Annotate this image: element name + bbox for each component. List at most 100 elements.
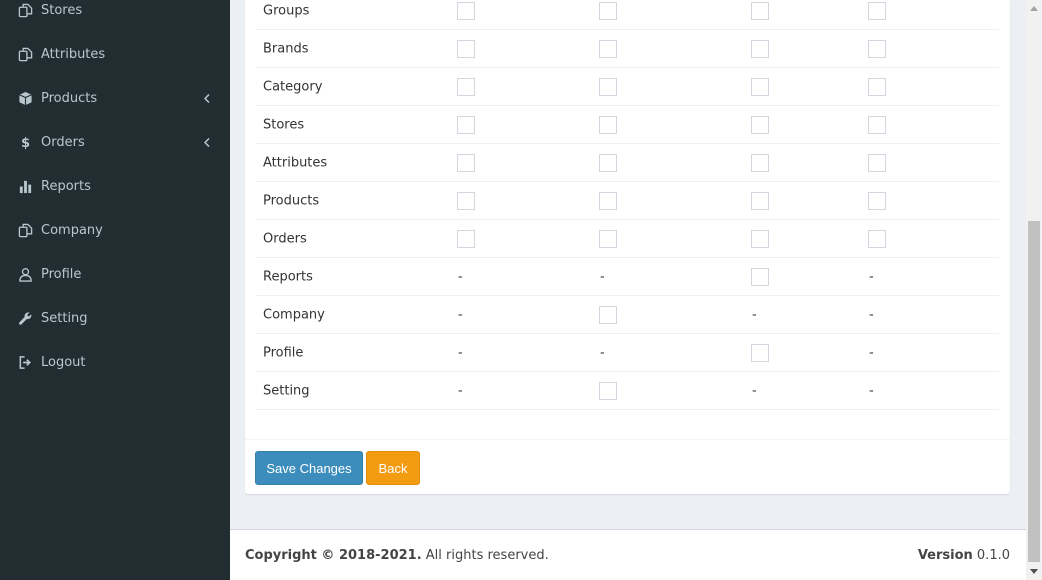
permission-checkbox[interactable] — [868, 39, 886, 58]
permission-unavailable: - — [869, 383, 874, 398]
svg-text:$: $ — [20, 136, 29, 150]
copy-icon — [17, 222, 33, 238]
permission-checkbox[interactable] — [599, 191, 617, 210]
sign-out-icon — [17, 354, 33, 370]
permission-checkbox[interactable] — [457, 1, 475, 20]
version-value: 0.1.0 — [972, 548, 1010, 563]
permission-checkbox[interactable] — [751, 267, 769, 286]
permission-name: Products — [263, 193, 320, 208]
page-scrollbar[interactable] — [1026, 0, 1042, 580]
permission-checkbox[interactable] — [868, 153, 886, 172]
chevron-left-icon[interactable] — [202, 137, 212, 147]
scrollbar-thumb[interactable] — [1028, 221, 1040, 562]
permission-name: Category — [263, 79, 323, 94]
bar-chart-icon — [17, 178, 33, 194]
permission-checkbox[interactable] — [457, 115, 475, 134]
table-row: Products — [256, 182, 999, 220]
permission-unavailable: - — [458, 345, 463, 360]
permission-checkbox[interactable] — [868, 191, 886, 210]
sidebar-item-logout[interactable]: Logout — [0, 340, 230, 384]
permission-checkbox[interactable] — [599, 381, 617, 400]
table-row: Reports - - - — [256, 258, 999, 296]
sidebar-item-label: Orders — [41, 134, 85, 150]
sidebar-item-label: Reports — [41, 178, 91, 194]
back-button[interactable]: Back — [366, 451, 420, 485]
sidebar-item-label: Stores — [41, 2, 83, 18]
permission-checkbox[interactable] — [868, 77, 886, 96]
sidebar-item-products[interactable]: Products — [0, 76, 230, 120]
permission-checkbox[interactable] — [599, 153, 617, 172]
scroll-down-icon[interactable] — [1026, 563, 1042, 580]
page-footer: Copyright © 2018-2021. All rights reserv… — [230, 529, 1026, 580]
permission-checkbox[interactable] — [868, 1, 886, 20]
chevron-left-icon[interactable] — [202, 93, 212, 103]
sidebar-item-reports[interactable]: Reports — [0, 164, 230, 208]
permission-unavailable: - — [458, 269, 463, 284]
permission-checkbox[interactable] — [599, 229, 617, 248]
permission-name: Attributes — [263, 155, 328, 170]
permission-name: Profile — [263, 345, 304, 360]
permission-checkbox[interactable] — [751, 343, 769, 362]
sidebar-item-attributes[interactable]: Attributes — [0, 32, 230, 76]
permission-unavailable: - — [458, 307, 463, 322]
permission-unavailable: - — [458, 383, 463, 398]
permission-checkbox[interactable] — [457, 153, 475, 172]
permission-checkbox[interactable] — [751, 229, 769, 248]
permission-checkbox[interactable] — [457, 39, 475, 58]
sidebar-item-label: Profile — [41, 266, 82, 282]
permission-checkbox[interactable] — [868, 229, 886, 248]
permission-checkbox[interactable] — [457, 77, 475, 96]
permission-checkbox[interactable] — [751, 77, 769, 96]
permission-name: Reports — [263, 269, 313, 284]
version-text: Version 0.1.0 — [918, 548, 1010, 563]
table-row: Attributes — [256, 144, 999, 182]
permission-name: Stores — [263, 117, 305, 132]
table-row: Profile - - - — [256, 334, 999, 372]
permission-unavailable: - — [869, 269, 874, 284]
permission-checkbox[interactable] — [457, 229, 475, 248]
permission-unavailable: - — [600, 269, 605, 284]
permission-checkbox[interactable] — [599, 305, 617, 324]
copyright-bold: Copyright © 2018-2021. — [245, 548, 422, 563]
user-icon — [17, 266, 33, 282]
permission-checkbox[interactable] — [599, 1, 617, 20]
copyright-rest: All rights reserved. — [421, 548, 549, 563]
permission-checkbox[interactable] — [599, 77, 617, 96]
copy-icon — [17, 2, 33, 18]
version-label: Version — [917, 548, 973, 563]
permission-name: Groups — [263, 3, 310, 18]
cube-icon — [17, 90, 33, 106]
permission-checkbox[interactable] — [751, 191, 769, 210]
sidebar-item-stores[interactable]: Stores — [0, 0, 230, 32]
sidebar-item-profile[interactable]: Profile — [0, 252, 230, 296]
permissions-box: Groups Brands Category Stores Attributes Prod… — [245, 0, 1010, 494]
save-changes-button[interactable]: Save Changes — [255, 451, 363, 485]
permission-checkbox[interactable] — [599, 39, 617, 58]
permission-name: Company — [263, 307, 325, 322]
permission-name: Orders — [263, 231, 307, 246]
permission-name: Setting — [263, 383, 310, 398]
permission-checkbox[interactable] — [751, 115, 769, 134]
permission-unavailable: - — [869, 307, 874, 322]
permission-checkbox[interactable] — [751, 39, 769, 58]
copyright-text: Copyright © 2018-2021. All rights reserv… — [245, 548, 549, 563]
permission-checkbox[interactable] — [599, 115, 617, 134]
permission-checkbox[interactable] — [868, 115, 886, 134]
sidebar-item-company[interactable]: Company — [0, 208, 230, 252]
sidebar-item-setting[interactable]: Setting — [0, 296, 230, 340]
table-row: Setting - - - — [256, 372, 999, 410]
sidebar-item-label: Products — [41, 90, 98, 106]
table-row: Groups — [256, 0, 999, 30]
permission-checkbox[interactable] — [457, 191, 475, 210]
permission-checkbox[interactable] — [751, 1, 769, 20]
sidebar-item-orders[interactable]: $ Orders — [0, 120, 230, 164]
permission-name: Brands — [263, 41, 309, 56]
sidebar-item-label: Attributes — [41, 46, 106, 62]
scroll-up-icon[interactable] — [1026, 0, 1042, 17]
permission-checkbox[interactable] — [751, 153, 769, 172]
sidebar-item-label: Company — [41, 222, 103, 238]
table-row: Company - - - — [256, 296, 999, 334]
sidebar-item-label: Setting — [41, 310, 88, 326]
table-row: Orders — [256, 220, 999, 258]
table-row: Category — [256, 68, 999, 106]
